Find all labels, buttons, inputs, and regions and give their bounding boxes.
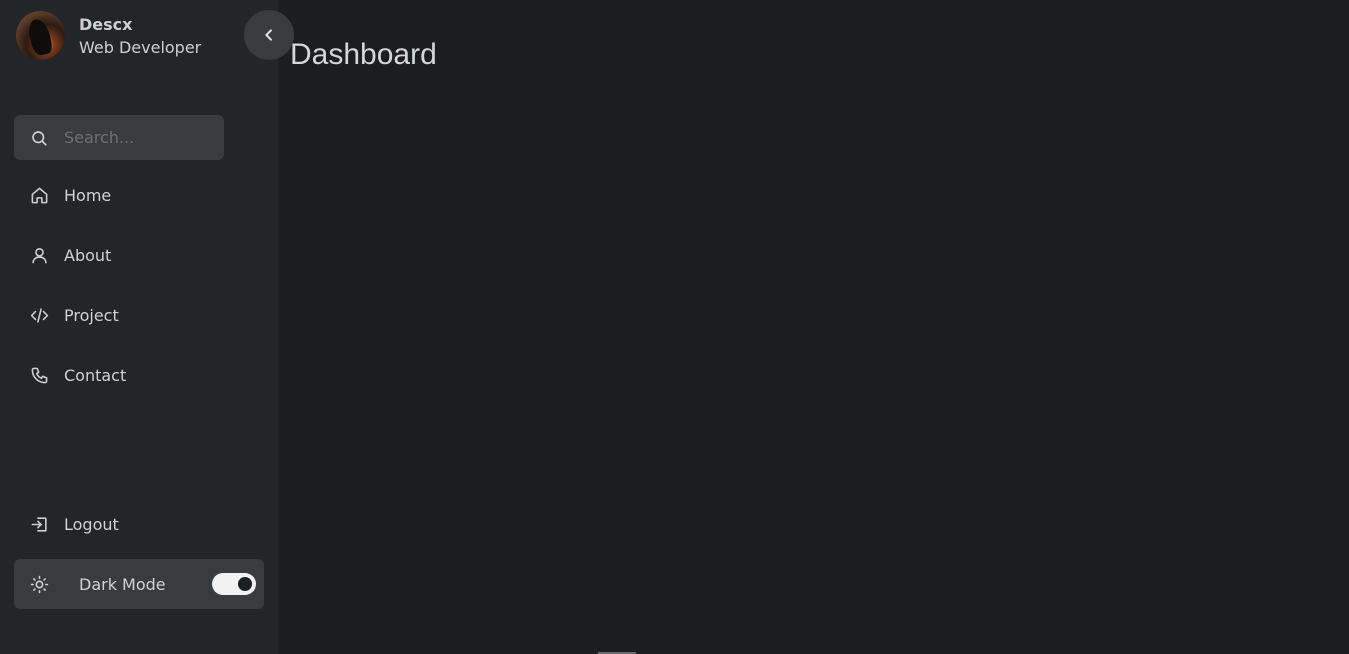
dark-mode-label: Dark Mode	[79, 574, 166, 594]
sidebar-item-contact[interactable]: Contact	[14, 353, 264, 398]
sidebar-item-about[interactable]: About	[14, 233, 264, 278]
sidebar-item-project[interactable]: Project	[14, 293, 264, 338]
avatar	[16, 11, 65, 60]
search-icon	[14, 129, 64, 147]
profile-role: Web Developer	[79, 37, 202, 57]
search-input[interactable]	[64, 128, 214, 147]
code-icon	[14, 306, 64, 325]
toggle-knob	[238, 577, 252, 591]
sun-icon	[14, 575, 64, 594]
sidebar: Descx Web Developer Home About	[0, 0, 278, 654]
search-box[interactable]	[14, 115, 224, 160]
page-title: Dashboard	[290, 38, 437, 71]
logout-button[interactable]: Logout	[14, 502, 264, 547]
sidebar-item-label: Contact	[64, 366, 127, 385]
user-icon	[14, 246, 64, 265]
sidebar-item-home[interactable]: Home	[14, 173, 264, 218]
collapse-sidebar-button[interactable]	[244, 10, 294, 60]
sidebar-item-label: About	[64, 246, 112, 265]
dark-mode-row: Dark Mode	[14, 559, 264, 609]
home-icon	[14, 186, 64, 205]
chevron-left-icon	[261, 27, 277, 43]
profile: Descx Web Developer	[16, 11, 201, 60]
logout-icon	[14, 515, 64, 534]
profile-name: Descx	[79, 14, 133, 34]
logout-label: Logout	[64, 515, 119, 534]
sidebar-item-label: Project	[64, 306, 119, 325]
phone-icon	[14, 366, 64, 385]
sidebar-item-label: Home	[64, 186, 112, 205]
dark-mode-toggle[interactable]	[212, 573, 256, 595]
